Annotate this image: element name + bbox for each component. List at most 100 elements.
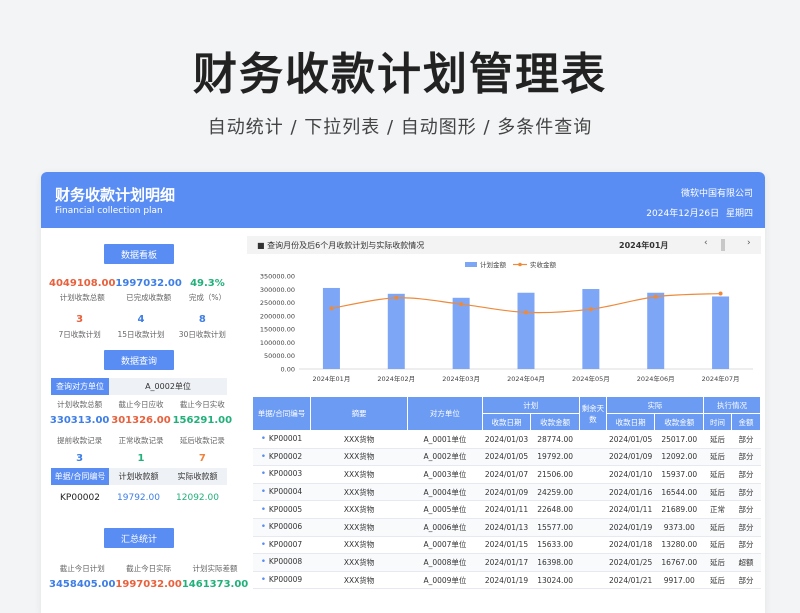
count-30d: 8 30日收款计划 [172, 314, 233, 340]
table-row[interactable]: • KP00009 XXX货物 A_0009单位 2024/01/19 13024.00… [252, 571, 761, 590]
card-header: 财务收款计划明细 Financial collection plan 微软中国有… [41, 172, 765, 228]
summary-actual: 截止今日实际 1997032.00 [115, 563, 181, 590]
table-cell: 2024/01/05 [606, 430, 655, 449]
table-cell: 延后 [703, 448, 732, 467]
bar-mark [712, 296, 730, 369]
kpi-label: 已完成收款额 [126, 293, 172, 302]
table-cell: 部分 [731, 465, 761, 484]
table-row[interactable]: • KP00005 XXX货物 A_0005单位 2024/01/11 22648.00… [252, 500, 761, 519]
table-cell: • KP00004 [252, 483, 311, 502]
summary-label: 汇总统计 [104, 528, 174, 548]
bar-mark [387, 293, 405, 369]
table-cell: 2024/01/07 [482, 465, 531, 484]
table-cell: XXX货物 [310, 430, 408, 449]
amount-value: 301326.00 [111, 415, 171, 426]
right-panel: ■ 查询月份及后6个月收款计划与实际收款情况 2024年01月 ‹ › 计划金额… [247, 228, 762, 613]
count-label: 30日收款计划 [178, 330, 226, 339]
table-cell: 延后 [703, 536, 732, 555]
summary-diff: 计划实际差额 1461373.00 [182, 563, 248, 590]
kpi-label: 计划收款总额 [59, 293, 105, 302]
x-tick-label: 2024年07月 [702, 374, 740, 383]
table-row[interactable]: • KP00008 XXX货物 A_0008单位 2024/01/17 16398.00… [252, 553, 761, 572]
order-id-input[interactable]: KP00002 [51, 488, 109, 508]
table-cell: XXX货物 [310, 536, 408, 555]
x-tick-label: 2024年04月 [507, 374, 545, 383]
amount-label: 截止今日应收 [118, 400, 164, 409]
summary-item-label: 截止今日实际 [126, 564, 172, 573]
record-normal: 正常收款记录 1 [110, 435, 171, 464]
summary-item-label: 截止今日计划 [59, 564, 105, 573]
table-cell: 12092.00 [654, 448, 704, 467]
collection-table: 单据/合同编号 摘要 对方单位 计划 剩余天数 实际 执行情况 收款日期 收款金… [252, 396, 762, 590]
left-panel: 数据看板 4049108.00 计划收款总额 1997032.00 已完成收款额 4… [41, 228, 248, 613]
bullet-icon: • [260, 469, 269, 480]
bullet-icon: • [260, 575, 269, 586]
count-row: 3 7日收款计划 4 15日收款计划 8 30日收款计划 [49, 314, 233, 340]
table-row[interactable]: • KP00001 XXX货物 A_0001单位 2024/01/03 28774.00… [252, 430, 761, 449]
table-cell: 16398.00 [530, 553, 580, 572]
table-cell: A_0004单位 [407, 483, 483, 502]
prev-month-icon[interactable]: ‹ [704, 238, 708, 248]
bullet-icon: • [260, 487, 269, 498]
table-cell: 2024/01/05 [482, 448, 531, 467]
bullet-icon: • [260, 504, 269, 515]
table-cell: • KP00008 [252, 553, 311, 572]
bar-mark [452, 297, 470, 369]
y-tick-label: 0.00 [281, 366, 295, 374]
kpi-value: 49.3% [190, 278, 225, 289]
month-selector[interactable]: 2024年01月 [619, 240, 668, 251]
table-cell: A_0003单位 [407, 465, 483, 484]
table-cell: 2024/01/15 [482, 536, 531, 555]
counterpart-select[interactable]: A_0002单位 [109, 378, 227, 395]
y-tick-label: 100000.00 [260, 339, 295, 347]
table-cell: 2024/01/09 [482, 483, 531, 502]
table-cell: 2024/01/25 [606, 553, 655, 572]
table-cell: XXX货物 [310, 483, 408, 502]
line-point [653, 294, 658, 299]
cell-text: KP00006 [268, 522, 303, 532]
count-value: 4 [137, 314, 145, 325]
table-cell: • KP00009 [252, 571, 311, 590]
table-cell: 部分 [731, 448, 761, 467]
bar-mark [647, 292, 665, 369]
table-cell: 2024/01/16 [606, 483, 655, 502]
next-month-icon[interactable]: › [747, 238, 751, 248]
table-cell: 13024.00 [530, 571, 580, 590]
table-cell: 2024/01/09 [606, 448, 655, 467]
table-row[interactable]: • KP00002 XXX货物 A_0002单位 2024/01/05 19792.00… [252, 448, 761, 467]
col-actual-date: 收款日期 [605, 413, 656, 431]
summary-row: 截止今日计划 3458405.00 截止今日实际 1997032.00 计划实际差额… [49, 563, 248, 590]
line-point [394, 295, 399, 300]
table-row[interactable]: • KP00004 XXX货物 A_0004单位 2024/01/09 24259.00… [252, 483, 761, 502]
table-body: • KP00001 XXX货物 A_0001单位 2024/01/03 28774.00… [252, 430, 761, 590]
record-label: 延后收款记录 [179, 436, 225, 445]
table-row[interactable]: • KP00003 XXX货物 A_0003单位 2024/01/07 21506.00… [252, 465, 761, 484]
col-order-id: 单据/合同编号 [252, 396, 311, 431]
count-label: 7日收款计划 [58, 330, 101, 339]
table-cell: 9373.00 [654, 518, 704, 537]
scroll-thumb[interactable] [721, 239, 725, 251]
table-cell: • KP00005 [252, 500, 311, 519]
collection-chart: 计划金额 实收金额 0.00 50000.00 100000.00 150000.00 2… [260, 260, 753, 383]
table-cell: 2024/01/11 [606, 500, 655, 519]
order-plan-value: 19792.00 [117, 493, 160, 503]
table-row[interactable]: • KP00007 XXX货物 A_0007单位 2024/01/15 15633.00… [252, 536, 761, 555]
amount-value: 330313.00 [49, 415, 110, 426]
col-summary: 摘要 [309, 396, 409, 431]
kpi-value: 4049108.00 [49, 278, 116, 289]
table-cell [579, 553, 607, 572]
table-cell: 部分 [731, 483, 761, 502]
col-exec-time: 时间 [703, 413, 732, 431]
record-early: 提前收款记录 3 [49, 435, 110, 464]
table-row[interactable]: • KP00006 XXX货物 A_0006单位 2024/01/13 15577.00… [252, 518, 761, 537]
kpi-value: 1997032.00 [115, 278, 182, 289]
y-tick-label: 200000.00 [260, 312, 295, 320]
y-tick-label: 50000.00 [264, 352, 295, 360]
card-subtitle-en: Financial collection plan [55, 206, 163, 216]
order-id-label: 单据/合同编号 [51, 468, 109, 485]
dashboard-card: 财务收款计划明细 Financial collection plan 微软中国有… [41, 172, 765, 613]
table-cell: 2024/01/10 [606, 465, 655, 484]
table-cell: A_0009单位 [407, 571, 483, 590]
y-tick-label: 250000.00 [260, 299, 295, 307]
record-late: 延后收款记录 7 [172, 435, 233, 464]
